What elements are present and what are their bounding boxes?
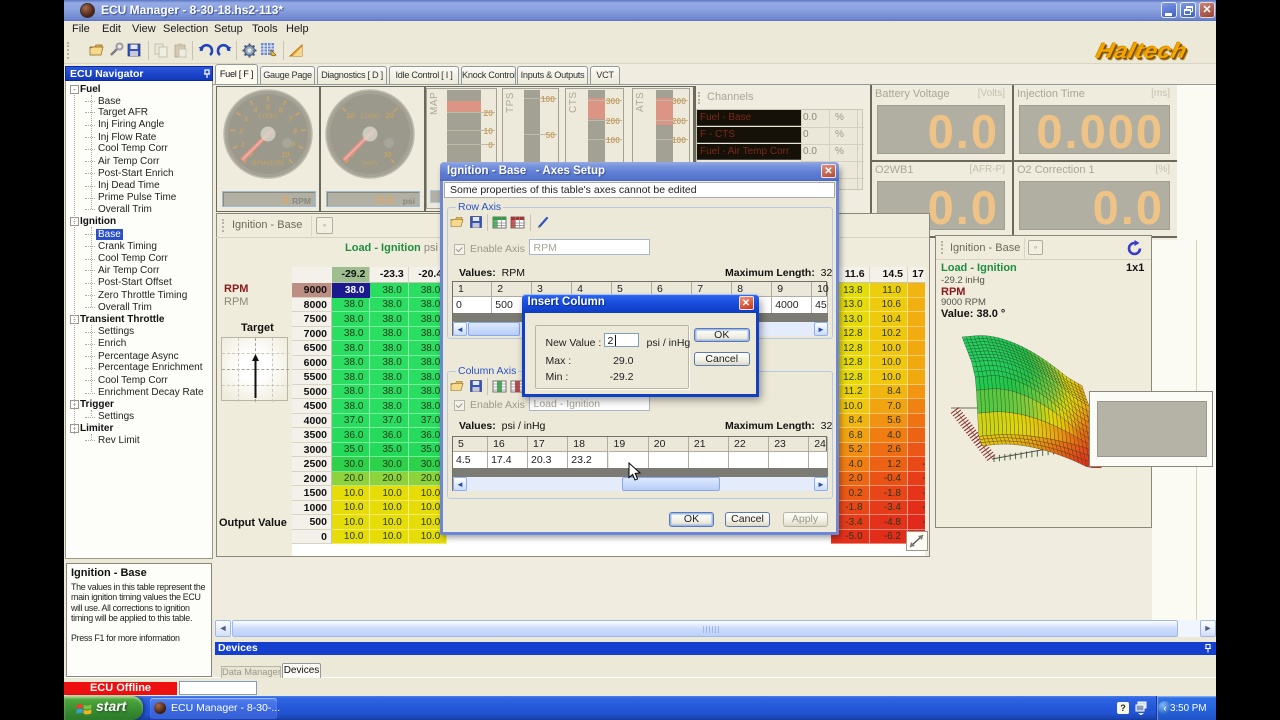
svg-text:LOGO: LOGO	[259, 113, 278, 120]
svg-text:10: 10	[346, 111, 355, 120]
svg-text:RPMx1000: RPMx1000	[252, 160, 285, 167]
svg-text:20: 20	[384, 111, 394, 120]
svg-text:30: 30	[383, 150, 392, 159]
svg-text:4: 4	[252, 106, 258, 115]
svg-text:LOGO: LOGO	[361, 113, 380, 120]
svg-text:2: 2	[238, 127, 244, 136]
svg-text:10: 10	[281, 150, 290, 159]
svg-text:1: 1	[241, 140, 245, 149]
svg-text:km/h: km/h	[363, 160, 377, 167]
